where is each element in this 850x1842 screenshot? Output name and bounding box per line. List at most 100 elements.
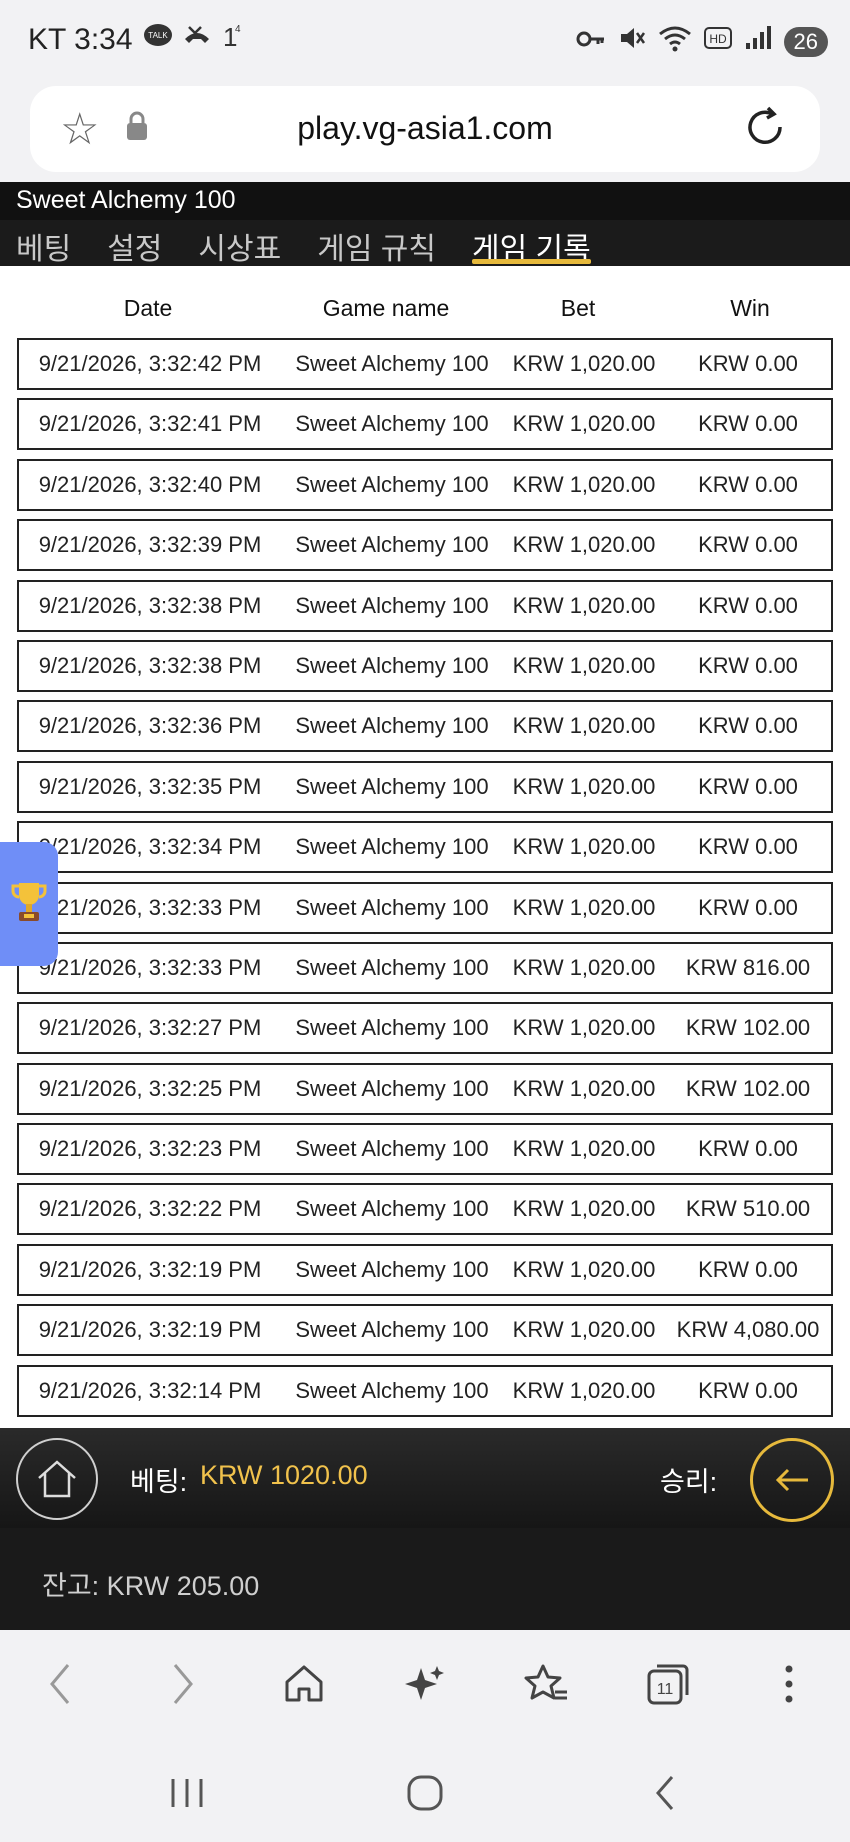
back-arrow-button[interactable] bbox=[750, 1438, 834, 1522]
trophy-icon bbox=[9, 877, 49, 932]
cell-win: KRW 510.00 bbox=[685, 1196, 811, 1222]
table-row[interactable]: 9/21/2026, 3:32:36 PM Sweet Alchemy 100 KR… bbox=[17, 700, 833, 753]
table-row[interactable]: 9/21/2026, 3:32:38 PM Sweet Alchemy 100 KR… bbox=[17, 639, 833, 692]
trophy-button[interactable] bbox=[0, 842, 58, 966]
table-row[interactable]: 9/21/2026, 3:32:41 PM Sweet Alchemy 100 KR… bbox=[17, 398, 833, 451]
cell-game-name: Sweet Alchemy 100 bbox=[295, 1015, 489, 1041]
tabs-button[interactable]: 11 bbox=[638, 1654, 698, 1714]
cell-date: 9/21/2026, 3:32:14 PM bbox=[38, 1377, 262, 1403]
browser-forward-button[interactable] bbox=[152, 1654, 212, 1714]
history-table: Date Game name Bet Win 9/21/2026, 3:32:4… bbox=[0, 266, 850, 1428]
screen: KT 3:34 TALK 14 HD 26 ☆ play.vg-asia1.co… bbox=[0, 0, 850, 1842]
cell-win: KRW 0.00 bbox=[698, 894, 798, 920]
cell-game-name: Sweet Alchemy 100 bbox=[295, 1075, 489, 1101]
cell-bet: KRW 1,020.00 bbox=[512, 592, 656, 618]
mute-icon bbox=[618, 25, 646, 58]
system-back-button[interactable] bbox=[640, 1768, 690, 1818]
table-row[interactable]: 9/21/2026, 3:32:40 PM Sweet Alchemy 100 KR… bbox=[17, 458, 833, 511]
cell-game-name: Sweet Alchemy 100 bbox=[295, 652, 489, 678]
cell-date: 9/21/2026, 3:32:34 PM bbox=[38, 834, 262, 860]
cell-game-name: Sweet Alchemy 100 bbox=[295, 1196, 489, 1222]
url-text[interactable]: play.vg-asia1.com bbox=[30, 110, 820, 147]
key-icon bbox=[576, 28, 606, 56]
home-button[interactable] bbox=[16, 1438, 98, 1520]
cell-date: 9/21/2026, 3:32:36 PM bbox=[38, 713, 262, 739]
tab-paytable[interactable]: 시상표 bbox=[198, 220, 281, 266]
table-row[interactable]: 9/21/2026, 3:32:14 PM Sweet Alchemy 100 KR… bbox=[17, 1364, 833, 1417]
cell-date: 9/21/2026, 3:32:39 PM bbox=[38, 532, 262, 558]
cell-game-name: Sweet Alchemy 100 bbox=[295, 834, 489, 860]
cell-date: 9/21/2026, 3:32:25 PM bbox=[38, 1075, 262, 1101]
svg-text:11: 11 bbox=[657, 1681, 674, 1698]
table-header: Date Game name Bet Win bbox=[0, 278, 850, 338]
battery-icon: 26 bbox=[783, 26, 828, 57]
table-row[interactable]: 9/21/2026, 3:32:33 PM Sweet Alchemy 100 KR… bbox=[17, 881, 833, 934]
table-row[interactable]: 9/21/2026, 3:32:42 PM Sweet Alchemy 100 KR… bbox=[17, 338, 833, 390]
cell-win: KRW 4,080.00 bbox=[676, 1317, 820, 1343]
column-header-date: Date bbox=[123, 295, 173, 321]
address-bar[interactable]: ☆ play.vg-asia1.com bbox=[30, 86, 820, 172]
column-header-game-name: Game name bbox=[322, 295, 450, 321]
ai-sparkle-button[interactable] bbox=[395, 1654, 455, 1714]
cell-date: 9/21/2026, 3:32:33 PM bbox=[38, 894, 262, 920]
system-home-button[interactable] bbox=[400, 1768, 450, 1818]
tab-game-history[interactable]: 게임 기록 bbox=[471, 220, 591, 266]
reload-icon[interactable] bbox=[740, 102, 790, 152]
table-row[interactable]: 9/21/2026, 3:32:19 PM Sweet Alchemy 100 KR… bbox=[17, 1304, 833, 1357]
tab-settings[interactable]: 설정 bbox=[107, 220, 162, 266]
cell-game-name: Sweet Alchemy 100 bbox=[295, 532, 489, 558]
browser-back-button[interactable] bbox=[31, 1654, 91, 1714]
table-row[interactable]: 9/21/2026, 3:32:23 PM Sweet Alchemy 100 KR… bbox=[17, 1123, 833, 1176]
cell-date: 9/21/2026, 3:32:40 PM bbox=[38, 471, 262, 497]
cell-date: 9/21/2026, 3:32:33 PM bbox=[38, 954, 262, 980]
browser-home-button[interactable] bbox=[274, 1654, 334, 1714]
cell-win: KRW 0.00 bbox=[698, 652, 798, 678]
cell-bet: KRW 1,020.00 bbox=[512, 1136, 656, 1162]
cell-game-name: Sweet Alchemy 100 bbox=[295, 351, 489, 376]
table-row[interactable]: 9/21/2026, 3:32:38 PM Sweet Alchemy 100 KR… bbox=[17, 579, 833, 632]
carrier-time: KT 3:34 bbox=[28, 22, 133, 56]
table-row[interactable]: 9/21/2026, 3:32:22 PM Sweet Alchemy 100 KR… bbox=[17, 1183, 833, 1236]
table-row[interactable]: 9/21/2026, 3:32:34 PM Sweet Alchemy 100 KR… bbox=[17, 821, 833, 874]
table-row[interactable]: 9/21/2026, 3:32:27 PM Sweet Alchemy 100 KR… bbox=[17, 1002, 833, 1055]
home-outline-icon bbox=[285, 1665, 323, 1702]
balance-text: 잔고: KRW 205.00 bbox=[42, 1571, 260, 1601]
more-menu-button[interactable] bbox=[759, 1654, 819, 1714]
table-row[interactable]: 9/21/2026, 3:32:19 PM Sweet Alchemy 100 KR… bbox=[17, 1243, 833, 1296]
cell-bet: KRW 1,020.00 bbox=[512, 1075, 656, 1101]
wifi-icon bbox=[658, 24, 692, 59]
cell-game-name: Sweet Alchemy 100 bbox=[295, 1136, 489, 1162]
bookmarks-star-list-icon bbox=[524, 1664, 568, 1700]
table-row[interactable]: 9/21/2026, 3:32:25 PM Sweet Alchemy 100 KR… bbox=[17, 1062, 833, 1115]
notification-count-icon: 14 bbox=[221, 22, 241, 57]
cell-game-name: Sweet Alchemy 100 bbox=[295, 471, 489, 497]
game-title: Sweet Alchemy 100 bbox=[16, 186, 236, 214]
cell-date: 9/21/2026, 3:32:38 PM bbox=[38, 652, 262, 678]
cell-bet: KRW 1,020.00 bbox=[512, 1015, 656, 1041]
cell-game-name: Sweet Alchemy 100 bbox=[295, 411, 489, 437]
bet-bar: 베팅: KRW 1020.00 승리: bbox=[0, 1428, 850, 1528]
game-tabs: 베팅 설정 시상표 게임 규칙 게임 기록 bbox=[0, 220, 850, 266]
cell-game-name: Sweet Alchemy 100 bbox=[295, 1256, 489, 1282]
back-chevron-icon bbox=[656, 1776, 674, 1810]
tab-betting[interactable]: 베팅 bbox=[16, 220, 71, 266]
table-row[interactable]: 9/21/2026, 3:32:35 PM Sweet Alchemy 100 KR… bbox=[17, 760, 833, 813]
cell-bet: KRW 1,020.00 bbox=[512, 773, 656, 799]
tab-game-rules[interactable]: 게임 규칙 bbox=[317, 220, 436, 266]
cell-bet: KRW 1,020.00 bbox=[512, 1256, 656, 1282]
recent-apps-icon bbox=[171, 1779, 203, 1807]
cell-bet: KRW 1,020.00 bbox=[512, 1317, 656, 1343]
table-row[interactable]: 9/21/2026, 3:32:39 PM Sweet Alchemy 100 KR… bbox=[17, 519, 833, 572]
cell-date: 9/21/2026, 3:32:22 PM bbox=[38, 1196, 262, 1222]
cell-bet: KRW 1,020.00 bbox=[512, 351, 656, 376]
recent-apps-button[interactable] bbox=[162, 1768, 212, 1818]
table-row[interactable]: 9/21/2026, 3:32:33 PM Sweet Alchemy 100 KR… bbox=[17, 941, 833, 994]
cell-bet: KRW 1,020.00 bbox=[512, 411, 656, 437]
bookmarks-button[interactable] bbox=[516, 1654, 576, 1714]
cell-win: KRW 0.00 bbox=[698, 532, 798, 558]
cell-win: KRW 102.00 bbox=[685, 1075, 811, 1101]
chevron-right-icon bbox=[173, 1664, 194, 1704]
cell-game-name: Sweet Alchemy 100 bbox=[295, 592, 489, 618]
home-icon bbox=[38, 1460, 76, 1498]
cell-bet: KRW 1,020.00 bbox=[512, 894, 656, 920]
